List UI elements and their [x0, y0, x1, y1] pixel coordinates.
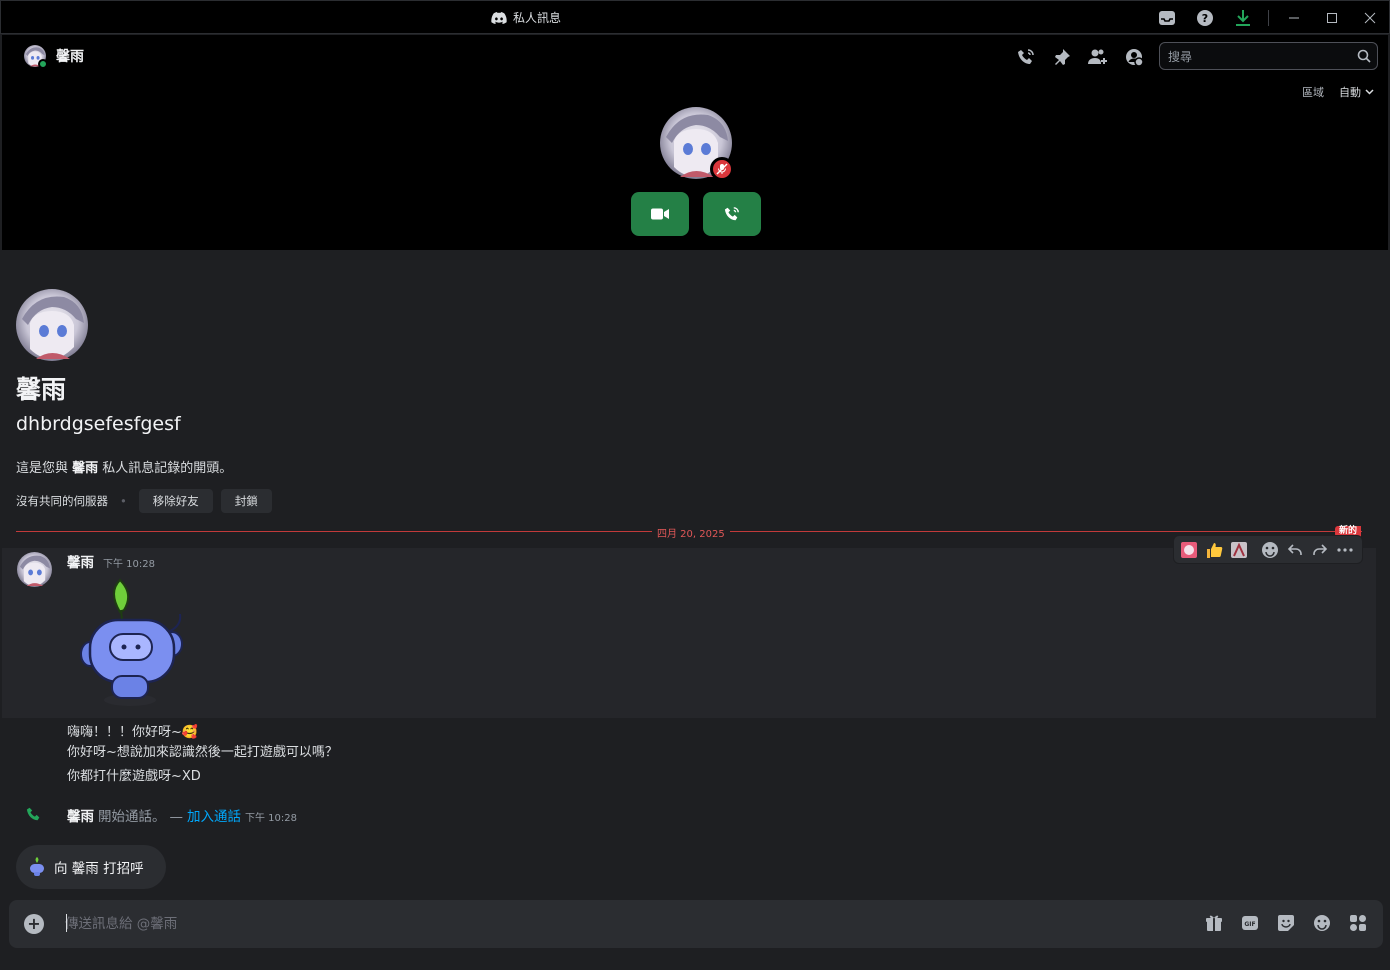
message-composer: + GIF [9, 900, 1383, 948]
call-timestamp: 下午 10:28 [245, 813, 297, 824]
message-line: 嗨嗨！！！你好呀~🥰 [67, 725, 199, 740]
phone-call-icon [724, 207, 739, 221]
join-call-link[interactable]: 加入通話 [187, 805, 241, 825]
window-title: 私人訊息 [491, 9, 561, 26]
phone-icon [26, 806, 42, 826]
profile-avatar[interactable] [16, 289, 88, 361]
gift-icon[interactable] [1203, 912, 1225, 934]
call-panel: 馨雨 區域 自動 [2, 35, 1388, 250]
maximize-icon[interactable] [1313, 1, 1351, 35]
wumpus-wave-icon [30, 857, 44, 876]
sticker-icon[interactable] [1275, 912, 1297, 934]
apps-icon[interactable] [1347, 912, 1369, 934]
dm-start-name: 馨雨 [72, 461, 99, 476]
dm-start-suffix: 私人訊息記錄的開頭。 [98, 461, 233, 476]
thumbs-up-icon[interactable] [1203, 539, 1225, 561]
reply-icon[interactable] [1284, 539, 1306, 561]
call-starter-name[interactable]: 馨雨 [67, 805, 94, 825]
minimize-icon[interactable] [1275, 1, 1313, 35]
add-attachment-icon[interactable]: + [24, 914, 44, 934]
inbox-icon[interactable] [1148, 1, 1186, 35]
call-settings-icon[interactable] [1014, 45, 1038, 69]
chevron-down-icon [1365, 89, 1374, 95]
message-actions-bar [1173, 535, 1363, 564]
profile-actions: 沒有共同的伺服器 • 移除好友 封鎖 [16, 489, 272, 513]
message-timestamp: 下午 10:28 [103, 559, 155, 570]
svg-text:GIF: GIF [1244, 921, 1255, 928]
gif-icon[interactable]: GIF [1239, 912, 1261, 934]
wumpus-sticker[interactable] [72, 576, 197, 714]
help-icon[interactable]: ? [1186, 1, 1224, 35]
video-camera-icon [651, 208, 669, 220]
svg-text:?: ? [1202, 12, 1208, 25]
search-input[interactable] [1168, 47, 1348, 67]
date-divider-label: 四月 20, 2025 [652, 525, 730, 540]
message-author[interactable]: 馨雨 [67, 551, 94, 571]
reaction-sticker-1-icon[interactable] [1178, 539, 1200, 561]
close-icon[interactable] [1351, 1, 1389, 35]
muted-icon [710, 157, 734, 181]
wave-button[interactable]: 向 馨雨 打招呼 [16, 845, 166, 889]
video-call-button[interactable] [631, 192, 689, 236]
online-status-dot [38, 59, 48, 69]
discord-logo-icon [491, 11, 507, 24]
forward-icon[interactable] [1309, 539, 1331, 561]
call-dash: — [169, 809, 184, 825]
region-label: 區域 [1302, 86, 1324, 99]
message-line: 你都打什麼遊戲呀~XD [67, 769, 201, 784]
call-started-text: 開始通話。 [98, 809, 166, 825]
dm-start-prefix: 這是您與 [16, 461, 73, 476]
message-input[interactable] [65, 912, 965, 936]
search-icon [1357, 48, 1371, 67]
profile-display-name: 馨雨 [16, 375, 67, 404]
remove-friend-button[interactable]: 移除好友 [138, 489, 213, 513]
search-box[interactable] [1159, 42, 1378, 70]
dm-header: 馨雨 [24, 45, 84, 69]
region-select[interactable]: 自動 [1339, 84, 1374, 100]
title-bar: 私人訊息 ? [0, 0, 1390, 34]
message-hover-highlight [2, 548, 1376, 718]
wave-button-label: 向 馨雨 打招呼 [54, 861, 144, 877]
download-icon[interactable] [1224, 1, 1262, 35]
voice-call-button[interactable] [703, 192, 761, 236]
reaction-sticker-2-icon[interactable] [1228, 539, 1250, 561]
add-friends-icon[interactable] [1086, 45, 1110, 69]
avatar[interactable] [24, 45, 48, 69]
block-button[interactable]: 封鎖 [220, 489, 272, 513]
user-profile-icon[interactable] [1122, 45, 1146, 69]
profile-username: dhbrdgsefesfgesf [16, 413, 181, 435]
dm-start-text: 這是您與 馨雨 私人訊息記錄的開頭。 [16, 457, 232, 476]
call-started-message: 馨雨 開始通話。 — 加入通話 下午 10:28 [67, 805, 297, 825]
add-reaction-icon[interactable] [1259, 539, 1281, 561]
dm-header-name[interactable]: 馨雨 [56, 46, 84, 66]
message-avatar[interactable] [17, 552, 52, 587]
message-line: 你好呀~想說加來認識然後一起打遊戲可以嗎？ [67, 745, 338, 760]
window-title-text: 私人訊息 [513, 11, 562, 25]
more-options-icon[interactable] [1334, 539, 1356, 561]
region-value: 自動 [1339, 86, 1361, 99]
titlebar-separator [1268, 10, 1269, 26]
no-mutual-servers: 沒有共同的伺服器 [16, 494, 108, 508]
pin-icon[interactable] [1050, 45, 1074, 69]
text-cursor [66, 914, 67, 932]
bullet-separator: • [120, 494, 127, 508]
emoji-icon[interactable] [1311, 912, 1333, 934]
